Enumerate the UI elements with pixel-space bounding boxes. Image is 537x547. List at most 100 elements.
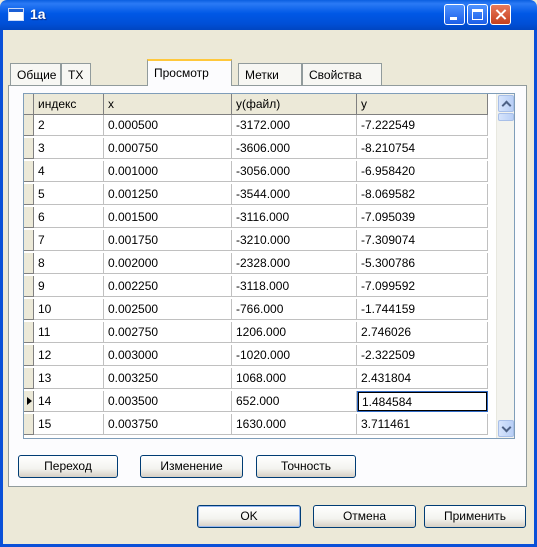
row-indicator[interactable] <box>24 276 34 297</box>
tab-labels[interactable]: Метки <box>238 63 302 85</box>
table-row[interactable]: 15 0.003750 1630.000 3.711461 <box>24 414 488 435</box>
cell-y-file[interactable]: -3118.000 <box>232 276 357 297</box>
row-indicator[interactable] <box>24 322 34 343</box>
tab-tx[interactable]: TX <box>61 63 91 85</box>
column-header-x[interactable]: x <box>104 94 232 115</box>
scroll-thumb[interactable] <box>498 113 514 121</box>
cell-index[interactable]: 8 <box>34 253 104 274</box>
row-indicator[interactable] <box>24 207 34 228</box>
apply-button[interactable]: Применить <box>424 505 526 528</box>
close-button[interactable] <box>490 4 511 25</box>
row-indicator[interactable] <box>24 115 34 136</box>
cell-y-file[interactable]: -766.000 <box>232 299 357 320</box>
scroll-down-button[interactable] <box>498 420 514 437</box>
cell-y-file[interactable]: -3056.000 <box>232 161 357 182</box>
cell-x[interactable]: 0.002250 <box>104 276 232 297</box>
cell-index[interactable]: 13 <box>34 368 104 389</box>
cell-x[interactable]: 0.001500 <box>104 207 232 228</box>
cell-index[interactable]: 11 <box>34 322 104 343</box>
cell-index[interactable]: 12 <box>34 345 104 366</box>
row-indicator[interactable] <box>24 368 34 389</box>
data-grid[interactable]: индекс x y(файл) y 2 0.000500 -3172.000 -7.… <box>23 93 515 439</box>
cell-x[interactable]: 0.003000 <box>104 345 232 366</box>
table-row[interactable]: 13 0.003250 1068.000 2.431804 <box>24 368 488 389</box>
cell-x[interactable]: 0.002750 <box>104 322 232 343</box>
change-button[interactable]: Изменение <box>140 455 243 478</box>
cell-y[interactable]: -7.309074 <box>357 230 488 251</box>
cell-x[interactable]: 0.001250 <box>104 184 232 205</box>
maximize-button[interactable] <box>467 4 488 25</box>
cell-y[interactable]: 2.431804 <box>357 368 488 389</box>
table-row[interactable]: 12 0.003000 -1020.000 -2.322509 <box>24 345 488 366</box>
cell-y-file[interactable]: -2328.000 <box>232 253 357 274</box>
ok-button[interactable]: OK <box>197 505 301 528</box>
cell-x[interactable]: 0.002500 <box>104 299 232 320</box>
cell-x[interactable]: 0.002000 <box>104 253 232 274</box>
cell-y-file[interactable]: 1630.000 <box>232 414 357 435</box>
row-indicator[interactable] <box>24 161 34 182</box>
cell-y-file[interactable]: -3116.000 <box>232 207 357 228</box>
goto-button[interactable]: Переход <box>18 455 118 478</box>
cell-index[interactable]: 5 <box>34 184 104 205</box>
row-indicator[interactable] <box>24 414 34 435</box>
row-indicator[interactable] <box>24 184 34 205</box>
row-indicator[interactable] <box>24 391 34 412</box>
cell-index[interactable]: 9 <box>34 276 104 297</box>
cancel-button[interactable]: Отмена <box>313 505 416 528</box>
cell-x[interactable]: 0.003750 <box>104 414 232 435</box>
table-row[interactable]: 4 0.001000 -3056.000 -6.958420 <box>24 161 488 182</box>
cell-x[interactable]: 0.000500 <box>104 115 232 136</box>
table-row[interactable]: 7 0.001750 -3210.000 -7.309074 <box>24 230 488 251</box>
cell-y-file[interactable]: 652.000 <box>232 391 357 412</box>
cell-y[interactable]: -1.744159 <box>357 299 488 320</box>
cell-x[interactable]: 0.003500 <box>104 391 232 412</box>
cell-y-file[interactable]: 1206.000 <box>232 322 357 343</box>
table-row[interactable]: 8 0.002000 -2328.000 -5.300786 <box>24 253 488 274</box>
cell-y-file[interactable]: 1068.000 <box>232 368 357 389</box>
row-indicator[interactable] <box>24 345 34 366</box>
cell-y-file[interactable]: -3606.000 <box>232 138 357 159</box>
cell-y-file[interactable]: -3544.000 <box>232 184 357 205</box>
cell-index[interactable]: 2 <box>34 115 104 136</box>
cell-index[interactable]: 14 <box>34 391 104 412</box>
scroll-up-button[interactable] <box>498 95 514 112</box>
cell-y[interactable]: 2.746026 <box>357 322 488 343</box>
cell-y-file[interactable]: -1020.000 <box>232 345 357 366</box>
cell-y[interactable]: -7.095039 <box>357 207 488 228</box>
cell-y[interactable]: -5.300786 <box>357 253 488 274</box>
cell-x[interactable]: 0.001000 <box>104 161 232 182</box>
cell-y[interactable]: -7.222549 <box>357 115 488 136</box>
cell-y[interactable]: 1.484584 <box>357 391 488 412</box>
table-row[interactable]: 2 0.000500 -3172.000 -7.222549 <box>24 115 488 136</box>
cell-y[interactable]: 3.711461 <box>357 414 488 435</box>
cell-y[interactable]: -6.958420 <box>357 161 488 182</box>
cell-y-file[interactable]: -3172.000 <box>232 115 357 136</box>
cell-index[interactable]: 15 <box>34 414 104 435</box>
cell-y[interactable]: -2.322509 <box>357 345 488 366</box>
tab-general[interactable]: Общие <box>10 63 61 85</box>
table-row[interactable]: 9 0.002250 -3118.000 -7.099592 <box>24 276 488 297</box>
row-indicator[interactable] <box>24 299 34 320</box>
tab-view[interactable]: Просмотр <box>147 59 232 86</box>
cell-y-file[interactable]: -3210.000 <box>232 230 357 251</box>
cell-x[interactable]: 0.001750 <box>104 230 232 251</box>
cell-index[interactable]: 3 <box>34 138 104 159</box>
column-header-index[interactable]: индекс <box>34 94 104 115</box>
table-row[interactable]: 3 0.000750 -3606.000 -8.210754 <box>24 138 488 159</box>
row-indicator[interactable] <box>24 230 34 251</box>
cell-index[interactable]: 7 <box>34 230 104 251</box>
table-row[interactable]: 14 0.003500 652.000 1.484584 <box>24 391 488 412</box>
minimize-button[interactable] <box>444 4 465 25</box>
row-indicator[interactable] <box>24 253 34 274</box>
cell-index[interactable]: 10 <box>34 299 104 320</box>
row-indicator[interactable] <box>24 138 34 159</box>
table-row[interactable]: 6 0.001500 -3116.000 -7.095039 <box>24 207 488 228</box>
vertical-scrollbar[interactable] <box>496 94 514 438</box>
cell-y[interactable]: -7.099592 <box>357 276 488 297</box>
column-header-y[interactable]: y <box>357 94 488 115</box>
table-row[interactable]: 10 0.002500 -766.000 -1.744159 <box>24 299 488 320</box>
cell-y[interactable]: -8.210754 <box>357 138 488 159</box>
cell-index[interactable]: 6 <box>34 207 104 228</box>
table-row[interactable]: 5 0.001250 -3544.000 -8.069582 <box>24 184 488 205</box>
cell-x[interactable]: 0.003250 <box>104 368 232 389</box>
